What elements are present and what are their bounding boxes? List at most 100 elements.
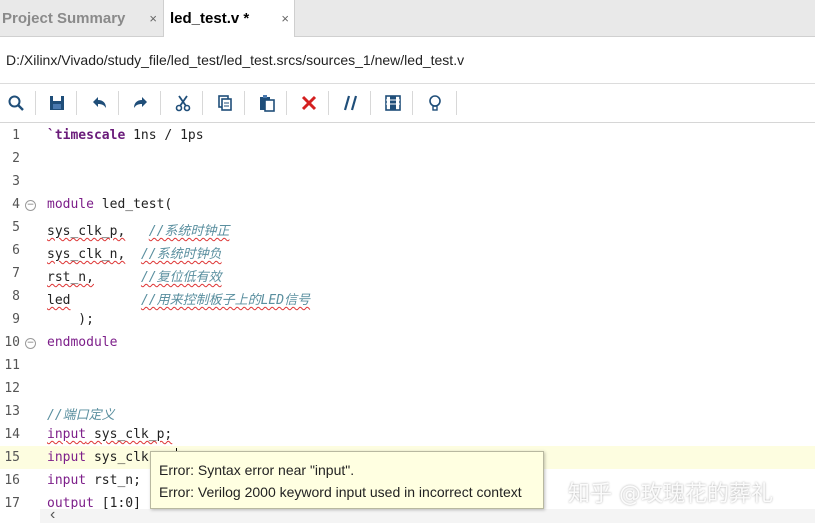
code-line[interactable]: 2 <box>0 147 815 170</box>
code-segment: sys_clk_p; <box>86 427 173 442</box>
error-message: Error: Verilog 2000 keyword input used i… <box>159 484 522 500</box>
copy-icon[interactable] <box>213 91 237 115</box>
keyword: input <box>47 450 87 465</box>
keyword: module <box>47 197 94 212</box>
code-segment: led_test( <box>93 197 173 212</box>
tab-led-test[interactable]: led_test.v * × <box>163 0 295 37</box>
code-text: sys_clk_p, //系统时钟正 <box>47 220 229 239</box>
code-segment: 1ns / 1ps <box>125 128 204 143</box>
line-number: 6 <box>12 243 20 258</box>
toolbar-separator <box>244 91 245 115</box>
code-line[interactable]: 5 sys_clk_p, //系统时钟正 <box>0 216 815 239</box>
code-line[interactable]: 6 sys_clk_n, //系统时钟负 <box>0 239 815 262</box>
close-icon[interactable]: × <box>281 11 289 26</box>
tab-project-summary[interactable]: Project Summary × <box>0 0 162 36</box>
line-number: 5 <box>12 220 20 235</box>
code-text: input sys_clk <box>47 450 149 465</box>
toolbar-separator <box>160 91 161 115</box>
keyword: `timescale <box>47 128 126 143</box>
code-text: led //用来控制板子上的LED信号 <box>47 289 310 308</box>
code-text: input rst_n; <box>47 473 141 488</box>
code-text: ); <box>47 312 94 327</box>
fold-toggle-icon[interactable]: − <box>25 338 36 349</box>
line-number: 8 <box>12 289 20 304</box>
toolbar-separator <box>412 91 413 115</box>
code-segment: rst_n, <box>47 270 94 285</box>
toolbar-separator <box>370 91 371 115</box>
code-line[interactable]: 9 ); <box>0 308 815 331</box>
code-text: endmodule <box>47 335 117 350</box>
bulb-icon[interactable] <box>423 91 447 115</box>
code-line[interactable]: 14 input sys_clk_p; <box>0 423 815 446</box>
line-number: 15 <box>4 450 20 465</box>
code-line[interactable]: 11 <box>0 354 815 377</box>
line-number: 1 <box>12 128 20 143</box>
line-number: 11 <box>4 358 20 373</box>
error-message: Error: Syntax error near "input". <box>159 462 355 478</box>
error-tooltip: Error: Syntax error near "input". Error:… <box>150 451 544 509</box>
line-number: 14 <box>4 427 20 442</box>
columns-icon[interactable] <box>381 91 405 115</box>
code-line[interactable]: 7 rst_n, //复位低有效 <box>0 262 815 285</box>
comment: //复位低有效 <box>140 270 222 285</box>
comment: //端口定义 <box>47 408 115 423</box>
scroll-left-icon[interactable]: ‹ <box>50 506 55 524</box>
fold-toggle-icon[interactable]: − <box>25 200 36 211</box>
comment-icon[interactable] <box>339 91 363 115</box>
close-icon[interactable]: × <box>149 11 157 26</box>
file-path-bar: D:/Xilinx/Vivado/study_file/led_test/led… <box>0 37 815 84</box>
watermark: 知乎 @玫瑰花的葬礼 <box>568 482 773 507</box>
comment: //系统时钟负 <box>140 247 222 262</box>
line-number: 4 <box>12 197 20 212</box>
code-line[interactable]: 10 − endmodule <box>0 331 815 354</box>
code-segment: sys_clk <box>86 450 149 465</box>
comment: //用来控制板子上的LED信号 <box>140 293 311 308</box>
editor-tab-bar: Project Summary × led_test.v * × <box>0 0 815 37</box>
code-text: //端口定义 <box>47 404 115 423</box>
code-line[interactable]: 3 <box>0 170 815 193</box>
line-number: 16 <box>4 473 20 488</box>
keyword: input <box>47 427 87 442</box>
toolbar-separator <box>456 91 457 115</box>
code-line[interactable]: 12 <box>0 377 815 400</box>
toolbar-separator <box>202 91 203 115</box>
line-number: 9 <box>12 312 20 327</box>
redo-icon[interactable] <box>129 91 153 115</box>
code-segment: rst_n; <box>86 473 141 488</box>
tab-label: Project Summary <box>2 9 126 27</box>
toolbar-separator <box>328 91 329 115</box>
code-text: rst_n, //复位低有效 <box>47 266 222 285</box>
paste-icon[interactable] <box>255 91 279 115</box>
comment: //系统时钟正 <box>148 224 230 239</box>
save-icon[interactable] <box>45 91 69 115</box>
undo-icon[interactable] <box>87 91 111 115</box>
code-line[interactable]: 8 led //用来控制板子上的LED信号 <box>0 285 815 308</box>
code-line[interactable]: 1 `timescale 1ns / 1ps <box>0 124 815 147</box>
code-line[interactable]: 4 − module led_test( <box>0 193 815 216</box>
line-number: 12 <box>4 381 20 396</box>
cut-icon[interactable] <box>171 91 195 115</box>
line-number: 2 <box>12 151 20 166</box>
line-number: 7 <box>12 266 20 281</box>
toolbar-separator <box>286 91 287 115</box>
keyword: endmodule <box>47 335 118 350</box>
keyword: input <box>47 473 87 488</box>
toolbar-separator <box>76 91 77 115</box>
code-segment: sys_clk_p, <box>47 224 126 239</box>
delete-icon[interactable] <box>297 91 321 115</box>
code-segment: sys_clk_n, <box>47 247 126 262</box>
tab-label: led_test.v * <box>170 10 250 27</box>
file-path: D:/Xilinx/Vivado/study_file/led_test/led… <box>6 52 465 68</box>
line-number: 10 <box>4 335 20 350</box>
code-line[interactable]: 13 //端口定义 <box>0 400 815 423</box>
code-segment: led <box>47 293 71 308</box>
line-number: 13 <box>4 404 20 419</box>
line-number: 17 <box>4 496 20 511</box>
editor-toolbar <box>0 84 815 123</box>
search-icon[interactable] <box>4 91 28 115</box>
code-text: sys_clk_n, //系统时钟负 <box>47 243 222 262</box>
code-text: `timescale 1ns / 1ps <box>47 128 204 143</box>
horizontal-scrollbar[interactable]: ‹ <box>40 506 815 524</box>
toolbar-separator <box>118 91 119 115</box>
toolbar-separator <box>35 91 36 115</box>
